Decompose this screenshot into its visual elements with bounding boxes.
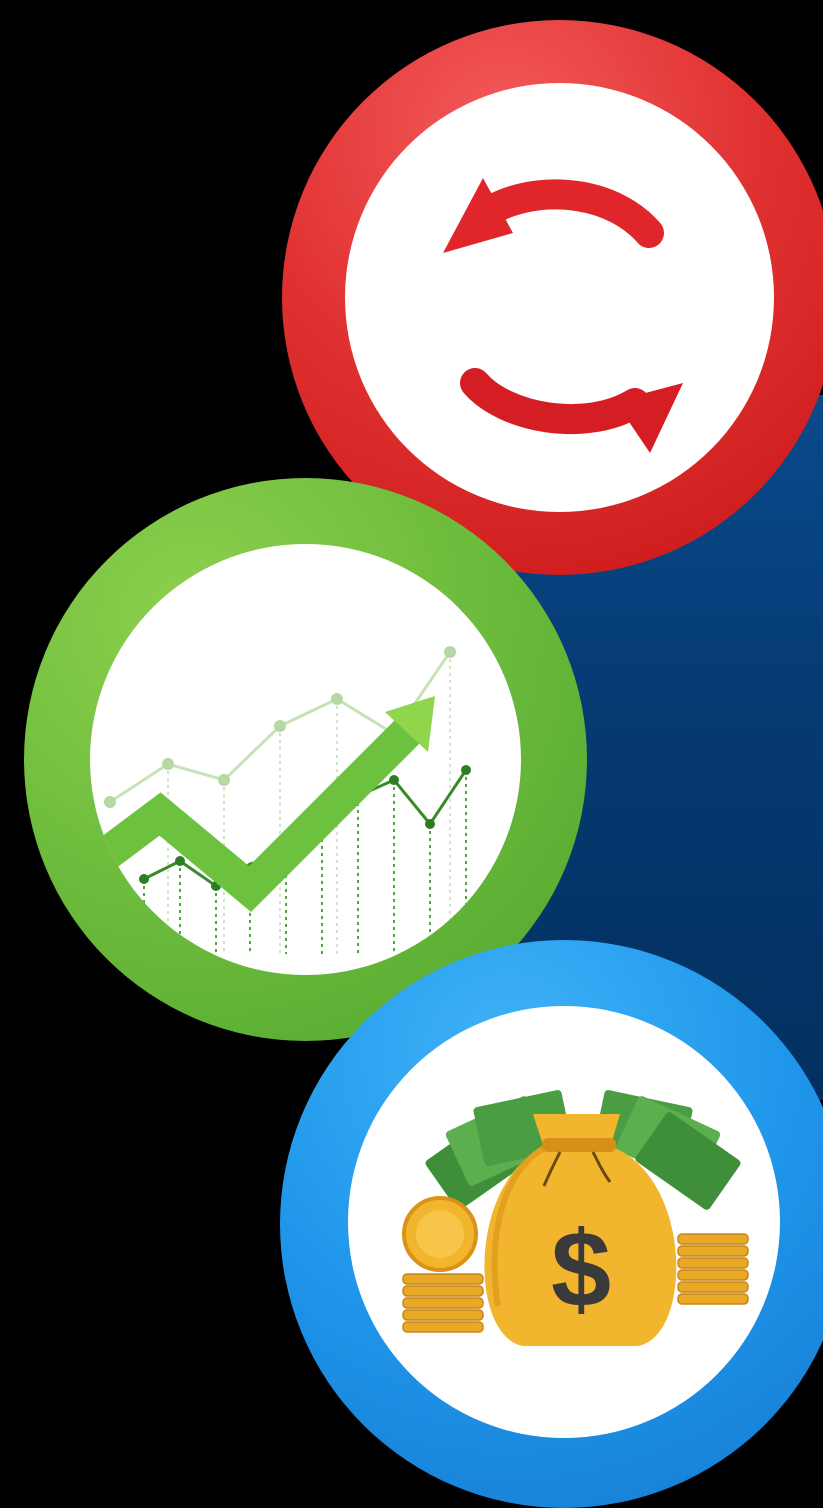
growth-chart-icon [90,646,471,954]
chart-faded-drop-lines [167,652,451,954]
dollar-sign: $ [551,1208,611,1329]
refresh-arrows-icon [443,178,683,453]
money-badge: $ [280,940,823,1508]
right-arrow-icon [460,368,650,435]
growth-badge-face [90,544,521,975]
money-badge-face: $ [348,1006,780,1438]
money-bag-icon: $ [402,1090,749,1346]
refresh-badge-face [345,83,774,512]
left-arrow-icon [480,179,664,248]
gold-coin-icon [402,1196,478,1272]
